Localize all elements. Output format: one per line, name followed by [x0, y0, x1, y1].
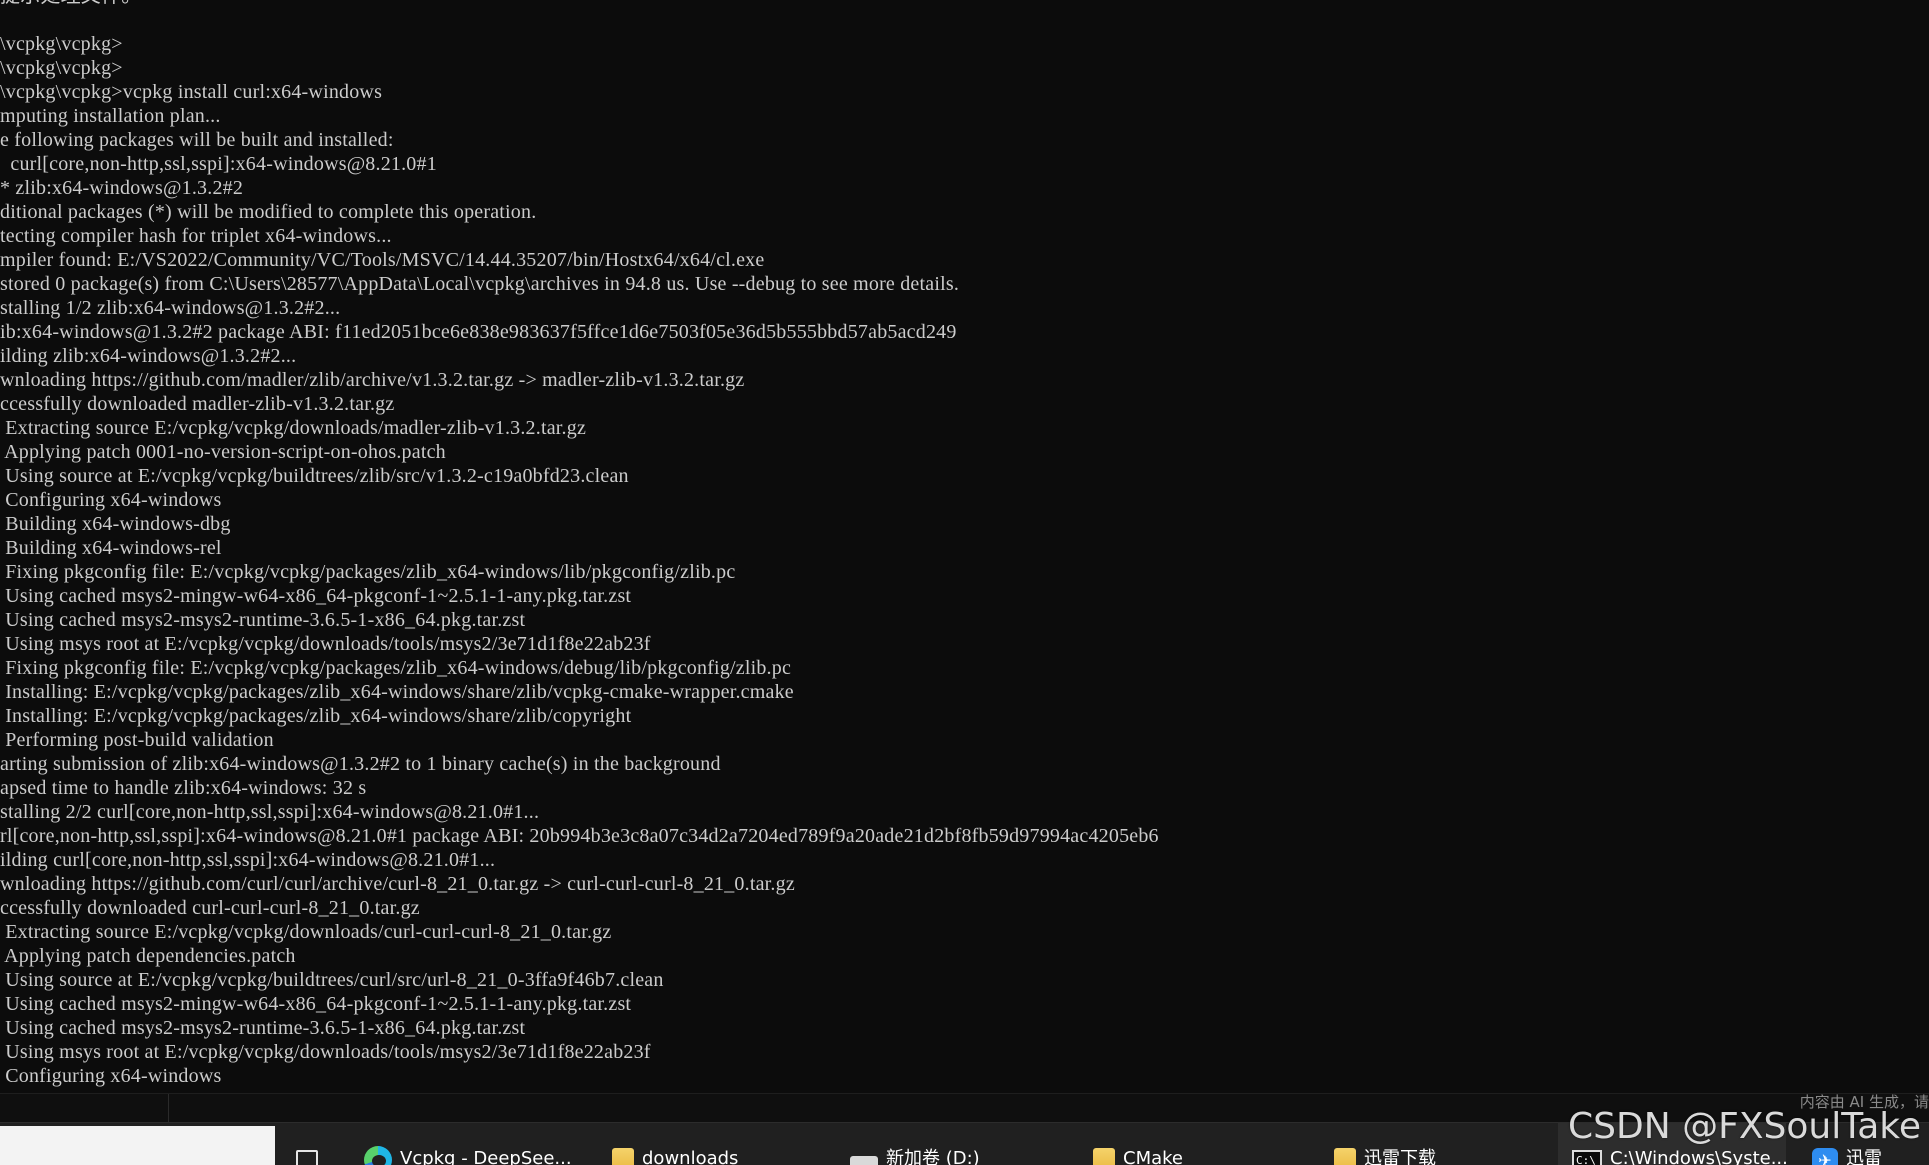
taskbar-item-label: Vcpkg - DeepSee...: [400, 1148, 572, 1165]
terminal-line: curl[core,non-http,ssl,sspi]:x64-windows…: [0, 153, 437, 175]
terminal-line: Using msys root at E:/vcpkg/vcpkg/downlo…: [0, 633, 651, 655]
terminal-window[interactable]: 提示处理文件。\vcpkg\vcpkg>\vcpkg\vcpkg>\vcpkg\…: [0, 0, 1929, 1093]
terminal-line: Using msys root at E:/vcpkg/vcpkg/downlo…: [0, 1041, 651, 1063]
terminal-line: tecting compiler hash for triplet x64-wi…: [0, 225, 392, 247]
terminal-line: Installing: E:/vcpkg/vcpkg/packages/zlib…: [0, 705, 632, 727]
terminal-line: \vcpkg\vcpkg>: [0, 33, 123, 55]
terminal-line: Using source at E:/vcpkg/vcpkg/buildtree…: [0, 969, 664, 991]
taskbar-item-label: 迅雷: [1846, 1148, 1882, 1165]
csdn-watermark: CSDN @FXSoulTake: [1568, 1106, 1921, 1147]
terminal-line: wnloading https://github.com/curl/curl/a…: [0, 873, 795, 895]
terminal-line: Configuring x64-windows: [0, 1065, 222, 1087]
terminal-line: arting submission of zlib:x64-windows@1.…: [0, 753, 721, 775]
drive-icon: [850, 1156, 878, 1165]
terminal-line: Using source at E:/vcpkg/vcpkg/buildtree…: [0, 465, 629, 487]
taskbar-item-label: CMake: [1123, 1148, 1183, 1165]
taskbar-task-view[interactable]: [296, 1123, 336, 1165]
terminal-line: Building x64-windows-rel: [0, 537, 222, 559]
terminal-line: Building x64-windows-dbg: [0, 513, 231, 535]
terminal-line: mputing installation plan...: [0, 105, 221, 127]
terminal-line: \vcpkg\vcpkg>vcpkg install curl:x64-wind…: [0, 81, 383, 103]
taskbar-item-deepseek[interactable]: Vcpkg - DeepSee...: [364, 1123, 574, 1165]
taskbar-item-label: C:\Windows\Syste...: [1610, 1148, 1786, 1165]
terminal-line: Using cached msys2-mingw-w64-x86_64-pkgc…: [0, 993, 632, 1015]
terminal-line: ib:x64-windows@1.3.2#2 package ABI: f11e…: [0, 321, 957, 343]
terminal-line: \vcpkg\vcpkg>: [0, 57, 123, 79]
terminal-line: Using cached msys2-msys2-runtime-3.6.5-1…: [0, 1017, 526, 1039]
terminal-line: mpiler found: E:/VS2022/Community/VC/Too…: [0, 249, 765, 271]
terminal-line: Using cached msys2-msys2-runtime-3.6.5-1…: [0, 609, 526, 631]
terminal-line: 提示处理文件。: [0, 0, 1159, 8]
terminal-line: apsed time to handle zlib:x64-windows: 3…: [0, 777, 367, 799]
task-view-icon: [296, 1150, 318, 1165]
taskbar-search-area[interactable]: [0, 1126, 275, 1165]
taskbar-item-label: 新加卷 (D:): [886, 1148, 980, 1165]
terminal-line: stalling 2/2 curl[core,non-http,ssl,sspi…: [0, 801, 540, 823]
terminal-line: Fixing pkgconfig file: E:/vcpkg/vcpkg/pa…: [0, 561, 736, 583]
taskbar-item-downloads[interactable]: downloads: [612, 1123, 762, 1165]
terminal-line: stored 0 package(s) from C:\Users\28577\…: [0, 273, 960, 295]
terminal-line: Using cached msys2-mingw-w64-x86_64-pkgc…: [0, 585, 632, 607]
terminal-line: * zlib:x64-windows@1.3.2#2: [0, 177, 244, 199]
terminal-line: stalling 1/2 zlib:x64-windows@1.3.2#2...: [0, 297, 341, 319]
status-divider: [168, 1094, 169, 1123]
folder-icon: [1334, 1148, 1356, 1165]
terminal-line: ilding curl[core,non-http,ssl,sspi]:x64-…: [0, 849, 496, 871]
terminal-line: ilding zlib:x64-windows@1.3.2#2...: [0, 345, 297, 367]
taskbar-item-cmake[interactable]: CMake: [1093, 1123, 1233, 1165]
terminal-line: ccessfully downloaded madler-zlib-v1.3.2…: [0, 393, 395, 415]
terminal-line: Applying patch dependencies.patch: [0, 945, 296, 967]
terminal-line: wnloading https://github.com/madler/zlib…: [0, 369, 745, 391]
taskbar-item-label: 迅雷下载: [1364, 1148, 1436, 1165]
terminal-line: Configuring x64-windows: [0, 489, 222, 511]
terminal-line: Applying patch 0001-no-version-script-on…: [0, 441, 446, 463]
terminal-line: Performing post-build validation: [0, 729, 274, 751]
terminal-line: e following packages will be built and i…: [0, 129, 394, 151]
edge-browser-icon: [364, 1146, 392, 1165]
terminal-line: Installing: E:/vcpkg/vcpkg/packages/zlib…: [0, 681, 794, 703]
terminal-line: ccessfully downloaded curl-curl-curl-8_2…: [0, 897, 420, 919]
taskbar-item-drive-d[interactable]: 新加卷 (D:): [850, 1123, 1020, 1165]
taskbar-item-label: downloads: [642, 1148, 739, 1165]
terminal-line: Fixing pkgconfig file: E:/vcpkg/vcpkg/pa…: [0, 657, 792, 679]
folder-icon: [612, 1148, 634, 1165]
terminal-line: ditional packages (*) will be modified t…: [0, 201, 537, 223]
taskbar-item-xunlei-download[interactable]: 迅雷下载: [1334, 1123, 1484, 1165]
xunlei-bird-icon: ✈: [1812, 1148, 1838, 1165]
terminal-line: Extracting source E:/vcpkg/vcpkg/downloa…: [0, 417, 587, 439]
folder-icon: [1093, 1148, 1115, 1165]
cmd-icon: C:\_: [1572, 1150, 1603, 1165]
terminal-output: 提示处理文件。\vcpkg\vcpkg>\vcpkg\vcpkg>\vcpkg\…: [0, 0, 1159, 1088]
terminal-line: rl[core,non-http,ssl,sspi]:x64-windows@8…: [0, 825, 1159, 847]
terminal-line: Extracting source E:/vcpkg/vcpkg/downloa…: [0, 921, 612, 943]
